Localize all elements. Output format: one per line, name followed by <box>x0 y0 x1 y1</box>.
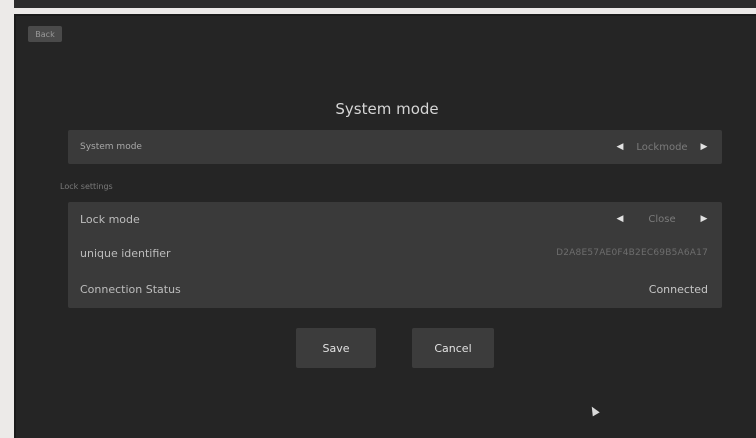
chevron-right-icon[interactable]: ▶ <box>700 142 708 152</box>
connection-status-row: Connection Status Connected <box>68 276 722 302</box>
system-mode-panel: System mode ◀ Lockmode ▶ <box>68 130 722 164</box>
cancel-button[interactable]: Cancel <box>412 328 494 368</box>
lock-mode-value: Close <box>648 213 676 225</box>
mouse-pointer-icon <box>588 404 600 417</box>
system-mode-row: System mode ◀ Lockmode ▶ <box>68 134 722 160</box>
unique-identifier-label: unique identifier <box>80 246 171 260</box>
connection-status-label: Connection Status <box>80 282 181 296</box>
connection-status-value: Connected <box>648 282 708 296</box>
lock-mode-row: Lock mode ◀ Close ▶ <box>68 206 722 232</box>
system-mode-screen: Back System mode System mode ◀ Lockmode … <box>14 14 756 438</box>
system-mode-selector: ◀ Lockmode ▶ <box>616 142 708 153</box>
lock-mode-label: Lock mode <box>80 212 140 226</box>
lock-settings-section-label: Lock settings <box>60 182 113 191</box>
chevron-right-icon[interactable]: ▶ <box>700 214 708 224</box>
unique-identifier-value: D2A8E57AE0F4B2EC69B5A6A17 <box>556 248 708 258</box>
top-bar <box>14 0 756 8</box>
save-button[interactable]: Save <box>296 328 376 368</box>
chevron-left-icon[interactable]: ◀ <box>616 142 624 152</box>
back-button[interactable]: Back <box>28 26 62 42</box>
lock-settings-panel: Lock mode ◀ Close ▶ unique identifier D2… <box>68 202 722 308</box>
system-mode-value: Lockmode <box>636 141 688 153</box>
chevron-left-icon[interactable]: ◀ <box>616 214 624 224</box>
lock-mode-selector: ◀ Close ▶ <box>616 214 708 225</box>
page-title: System mode <box>335 100 439 118</box>
unique-identifier-row: unique identifier D2A8E57AE0F4B2EC69B5A6… <box>68 240 722 266</box>
system-mode-label: System mode <box>80 142 142 152</box>
